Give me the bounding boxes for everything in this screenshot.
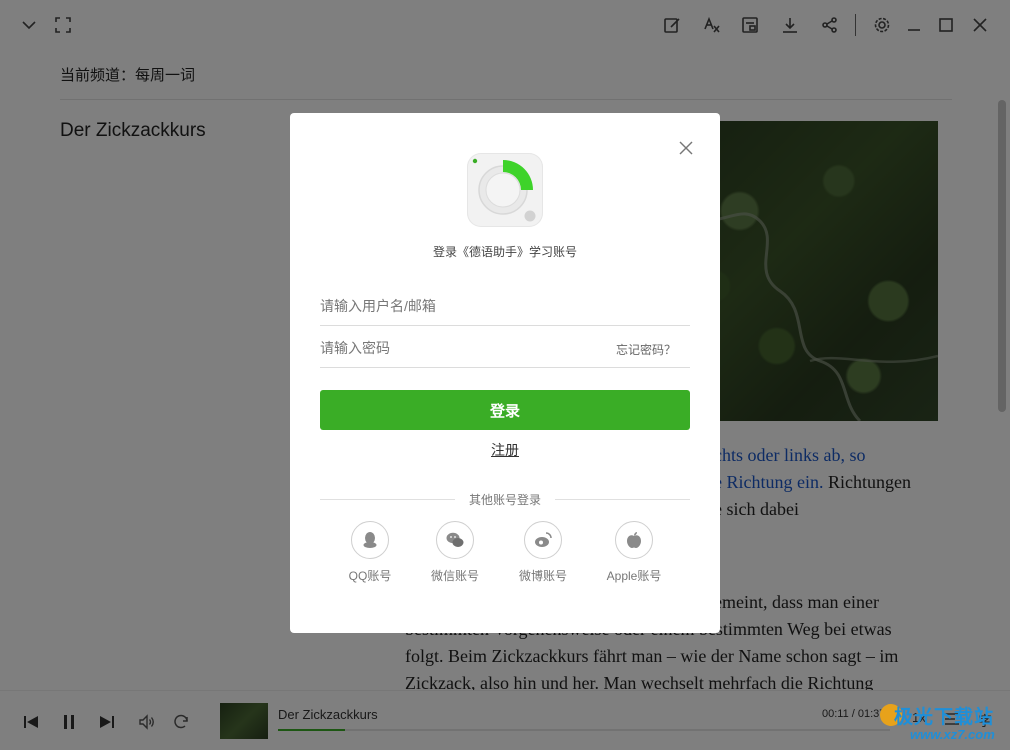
username-input[interactable] bbox=[320, 294, 600, 318]
weibo-icon bbox=[524, 521, 562, 559]
other-login-label: 其他账号登录 bbox=[290, 491, 720, 508]
register-row: 注册 bbox=[290, 440, 720, 460]
dialog-title: 登录《德语助手》学习账号 bbox=[432, 245, 577, 259]
dialog-close-icon[interactable] bbox=[677, 139, 695, 157]
username-field bbox=[320, 286, 690, 326]
forgot-password-link[interactable]: 忘记密码？ bbox=[616, 341, 676, 358]
register-link[interactable]: 注册 bbox=[491, 442, 519, 458]
apple-icon bbox=[615, 521, 653, 559]
wechat-icon bbox=[436, 521, 474, 559]
watermark-logo: 极光下载站 www.xz7.com bbox=[880, 700, 1010, 746]
weibo-login-label: 微博账号 bbox=[518, 569, 567, 583]
apple-login-button[interactable]: Apple账号 bbox=[599, 521, 669, 585]
qq-login-button[interactable]: QQ账号 bbox=[335, 521, 405, 585]
login-button[interactable]: 登录 bbox=[320, 390, 690, 430]
qq-icon bbox=[351, 521, 389, 559]
wechat-login-label: 微信账号 bbox=[430, 569, 479, 583]
apple-login-label: Apple账号 bbox=[606, 569, 662, 583]
watermark-title: 极光下载站 bbox=[894, 707, 995, 728]
wechat-login-button[interactable]: 微信账号 bbox=[420, 521, 490, 585]
qq-login-label: QQ账号 bbox=[348, 569, 392, 583]
app-logo-icon bbox=[467, 153, 543, 227]
password-input[interactable] bbox=[320, 336, 600, 360]
app-window: 当前频道：每周一词 Der Zickzackkurs chts oder lin… bbox=[0, 0, 1010, 750]
watermark-url: www.xz7.com bbox=[910, 727, 995, 742]
password-field: 忘记密码？ bbox=[320, 328, 690, 368]
login-dialog: 登录《德语助手》学习账号 忘记密码？ 登录 注册 其他账号登录 QQ账号 微信账… bbox=[290, 113, 720, 633]
weibo-login-button[interactable]: 微博账号 bbox=[508, 521, 578, 585]
other-login-text: 其他账号登录 bbox=[454, 493, 555, 507]
